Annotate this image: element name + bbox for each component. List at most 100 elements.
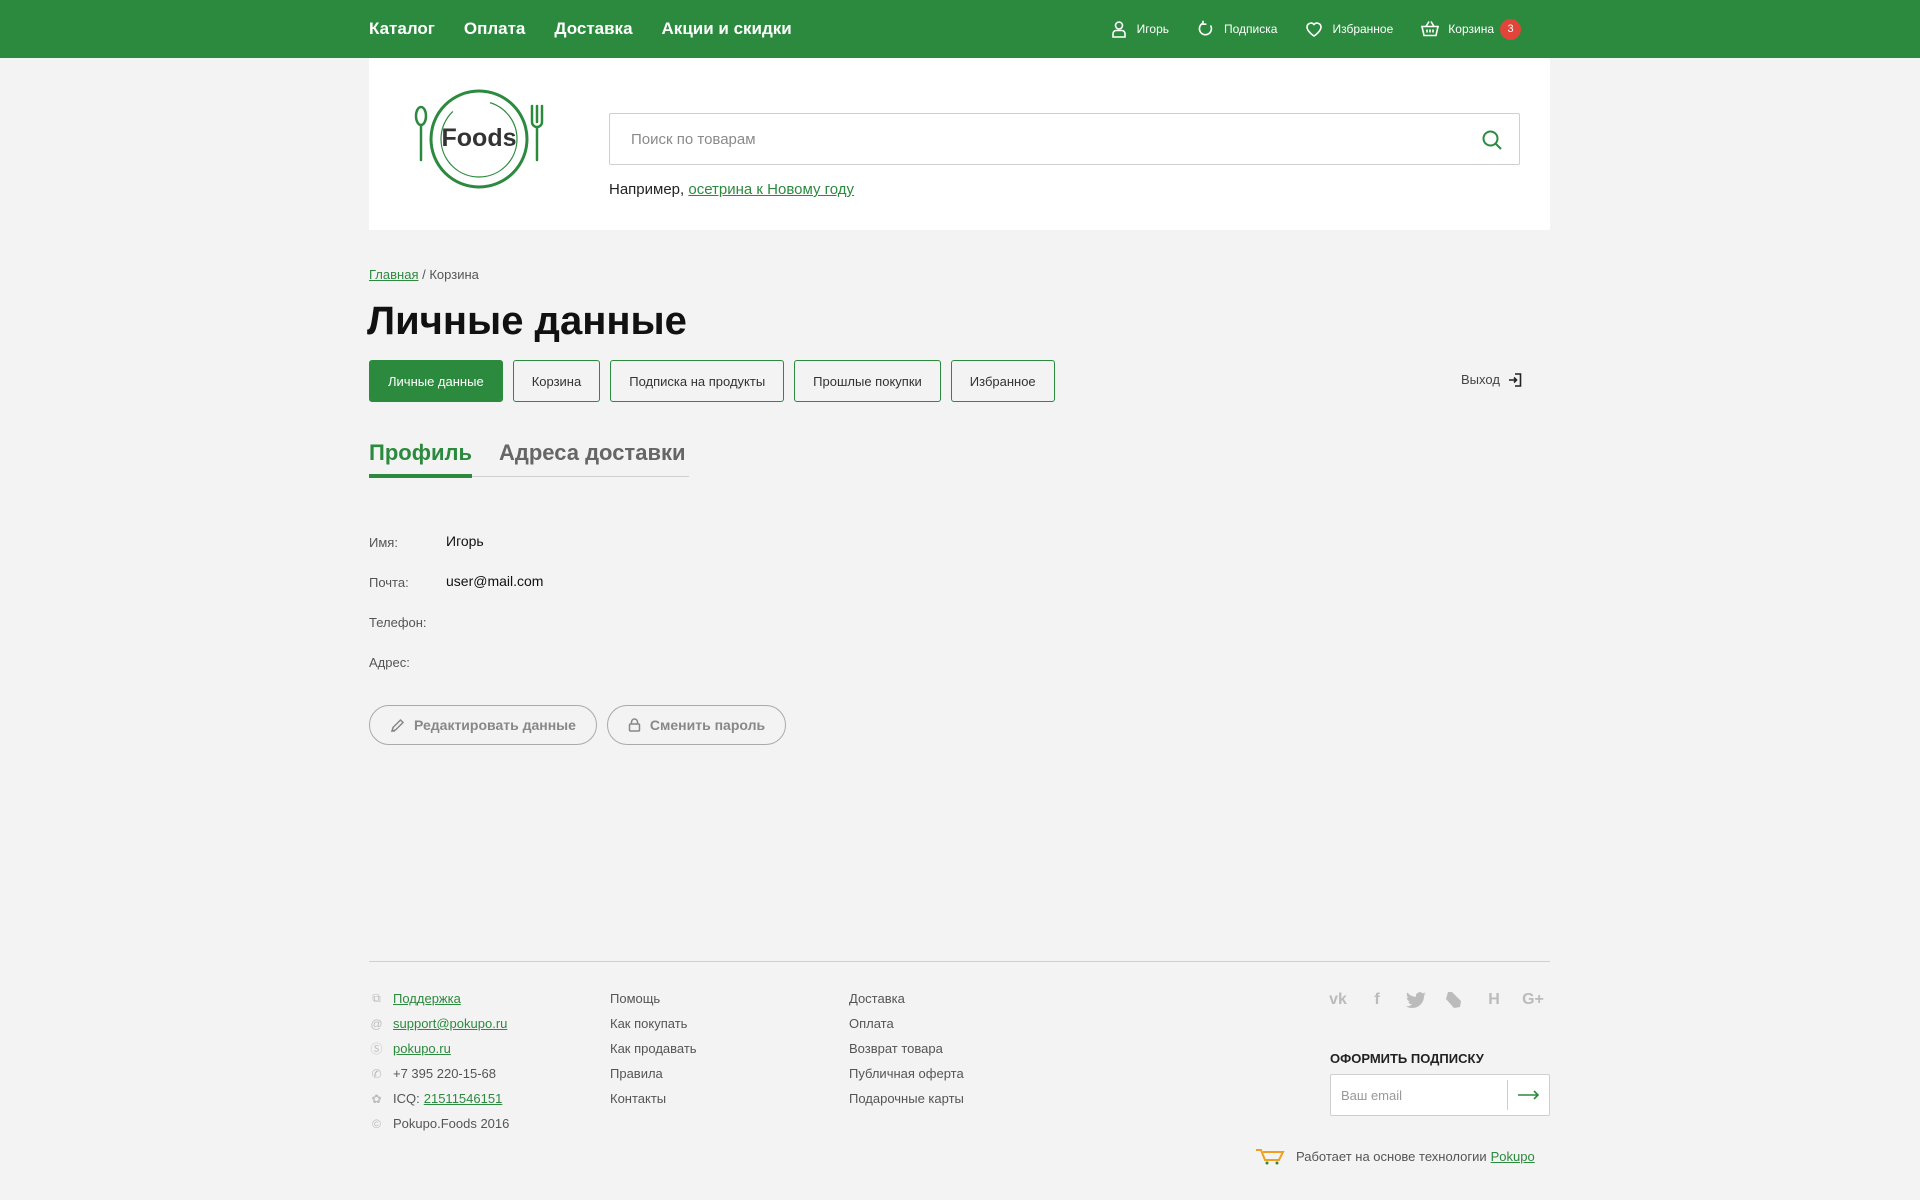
footer-site: Ⓢ pokupo.ru bbox=[369, 1036, 509, 1061]
search-hint-prefix: Например, bbox=[609, 181, 685, 198]
livejournal-icon[interactable] bbox=[1444, 989, 1466, 1011]
google-plus-icon[interactable]: G+ bbox=[1522, 989, 1544, 1011]
footer-phone: ✆ +7 395 220-15-68 bbox=[369, 1061, 509, 1086]
cart-link[interactable]: Корзина 3 bbox=[1421, 18, 1521, 40]
tab-past-purchases[interactable]: Прошлые покупки bbox=[794, 360, 941, 402]
user-icon bbox=[1111, 21, 1126, 38]
nav-delivery[interactable]: Доставка bbox=[554, 19, 632, 39]
footer-divider bbox=[369, 961, 1550, 962]
powered-by: Работает на основе технологии Pokupo bbox=[1254, 1147, 1535, 1165]
logo-text: Foods bbox=[442, 124, 517, 152]
subscription-link[interactable]: Подписка bbox=[1197, 20, 1277, 38]
profile-tabs: Профиль Адреса доставки bbox=[369, 440, 689, 478]
breadcrumb-current: Корзина bbox=[429, 267, 479, 282]
footer-links-info: Доставка Оплата Возврат товара Публичная… bbox=[849, 986, 964, 1111]
phone-icon: ✆ bbox=[371, 1066, 382, 1081]
favorites-label: Избранное bbox=[1332, 22, 1394, 36]
tab-profile[interactable]: Профиль bbox=[369, 440, 472, 478]
habr-icon[interactable]: H bbox=[1483, 989, 1505, 1011]
pokupo-cart-icon bbox=[1256, 1149, 1285, 1165]
social-links: vk f H G+ bbox=[1327, 989, 1544, 1011]
user-account-link[interactable]: Игорь bbox=[1110, 20, 1169, 38]
at-icon: @ bbox=[370, 1016, 383, 1031]
pencil-icon bbox=[390, 718, 405, 732]
powered-text: Работает на основе технологии bbox=[1296, 1148, 1487, 1164]
tab-favorites[interactable]: Избранное bbox=[950, 360, 1055, 402]
breadcrumb-separator: / bbox=[422, 267, 426, 282]
support-email-link[interactable]: support@pokupo.ru bbox=[393, 1016, 507, 1031]
change-password-label: Сменить пароль bbox=[649, 717, 766, 733]
support-link[interactable]: Поддержка bbox=[393, 991, 461, 1006]
subscribe-title: ОФОРМИТЬ ПОДПИСКУ bbox=[1330, 1051, 1484, 1066]
footer-link[interactable]: Как продавать bbox=[610, 1036, 697, 1061]
header: Foods Например, осетрина к Новому году bbox=[369, 58, 1550, 230]
field-label: Имя: bbox=[369, 535, 398, 550]
cart-count-badge: 3 bbox=[1500, 18, 1521, 40]
footer-links-help: Помощь Как покупать Как продавать Правил… bbox=[610, 986, 697, 1111]
tab-personal-data[interactable]: Личные данные bbox=[369, 360, 503, 402]
profile-actions: Редактировать данные Сменить пароль bbox=[369, 705, 787, 745]
nav-catalog[interactable]: Каталог bbox=[369, 19, 435, 39]
footer-email: @ support@pokupo.ru bbox=[369, 1011, 509, 1036]
footer-link[interactable]: Правила bbox=[610, 1061, 697, 1086]
search-icon[interactable] bbox=[1481, 129, 1503, 151]
footer-link[interactable]: Контакты bbox=[610, 1086, 697, 1111]
site-link[interactable]: pokupo.ru bbox=[393, 1041, 451, 1056]
field-label: Почта: bbox=[369, 575, 409, 590]
field-label: Телефон: bbox=[369, 615, 427, 630]
twitter-icon[interactable] bbox=[1405, 989, 1427, 1011]
tab-delivery-addresses[interactable]: Адреса доставки bbox=[499, 440, 686, 466]
favorites-link[interactable]: Избранное bbox=[1305, 20, 1393, 38]
search-box bbox=[609, 113, 1520, 165]
footer-link[interactable]: Публичная оферта bbox=[849, 1061, 964, 1086]
logout-button[interactable]: Выход bbox=[1461, 372, 1522, 387]
account-tabs: Личные данные Корзина Подписка на продук… bbox=[369, 360, 1055, 402]
edit-data-button[interactable]: Редактировать данные bbox=[369, 705, 597, 745]
search-input[interactable] bbox=[610, 114, 1460, 164]
field-label: Адрес: bbox=[369, 655, 410, 670]
tab-cart[interactable]: Корзина bbox=[512, 360, 601, 402]
top-bar: Каталог Оплата Доставка Акции и скидки И… bbox=[0, 0, 1920, 58]
copyright-icon: © bbox=[372, 1116, 381, 1131]
breadcrumb: Главная / Корзина bbox=[369, 267, 479, 282]
change-password-button[interactable]: Сменить пароль bbox=[606, 705, 787, 745]
tab-product-subscription[interactable]: Подписка на продукты bbox=[610, 360, 785, 402]
footer-support: ⧉ Поддержка bbox=[369, 986, 509, 1011]
copyright-text: Pokupo.Foods 2016 bbox=[393, 1116, 510, 1131]
footer-link[interactable]: Возврат товара bbox=[849, 1036, 964, 1061]
user-menu: Игорь Подписка Избранное Корзина 3 bbox=[1110, 0, 1521, 58]
breadcrumb-home[interactable]: Главная bbox=[369, 267, 418, 282]
footer-contacts: ⧉ Поддержка @ support@pokupo.ru Ⓢ pokupo… bbox=[369, 986, 509, 1136]
phone-number: +7 395 220-15-68 bbox=[393, 1066, 497, 1081]
footer-link[interactable]: Помощь bbox=[610, 986, 697, 1011]
user-name: Игорь bbox=[1136, 22, 1170, 36]
subscribe-form bbox=[1330, 1074, 1550, 1116]
field-value: user@mail.com bbox=[446, 573, 544, 589]
icq-label: ICQ: bbox=[393, 1091, 420, 1106]
vk-icon[interactable]: vk bbox=[1327, 989, 1349, 1011]
facebook-icon[interactable]: f bbox=[1366, 989, 1388, 1011]
subscription-label: Подписка bbox=[1224, 22, 1278, 36]
footer-link[interactable]: Подарочные карты bbox=[849, 1086, 964, 1111]
nav-promotions[interactable]: Акции и скидки bbox=[662, 19, 792, 39]
page-title: Личные данные bbox=[367, 299, 687, 343]
logout-icon bbox=[1508, 372, 1522, 387]
footer-link[interactable]: Доставка bbox=[849, 986, 964, 1011]
cart-label: Корзина bbox=[1448, 22, 1494, 36]
footer-link[interactable]: Как покупать bbox=[610, 1011, 697, 1036]
edit-data-label: Редактировать данные bbox=[414, 717, 576, 733]
refresh-icon bbox=[1198, 20, 1213, 36]
skype-icon: Ⓢ bbox=[370, 1042, 383, 1056]
subscribe-email-input[interactable] bbox=[1331, 1075, 1507, 1115]
search-hint: Например, осетрина к Новому году bbox=[609, 181, 854, 198]
footer-link[interactable]: Оплата bbox=[849, 1011, 964, 1036]
icq-link[interactable]: 21511546151 bbox=[424, 1091, 503, 1106]
subscribe-submit-button[interactable] bbox=[1507, 1080, 1549, 1110]
footer-icq: ✿ ICQ: 21511546151 bbox=[369, 1086, 509, 1111]
search-hint-link[interactable]: осетрина к Новому году bbox=[688, 181, 854, 198]
nav-payment[interactable]: Оплата bbox=[464, 19, 526, 39]
main-nav: Каталог Оплата Доставка Акции и скидки bbox=[369, 0, 792, 58]
pokupo-link[interactable]: Pokupo bbox=[1491, 1149, 1535, 1164]
foods-logo[interactable]: Foods bbox=[412, 88, 547, 190]
lock-icon bbox=[628, 718, 641, 732]
